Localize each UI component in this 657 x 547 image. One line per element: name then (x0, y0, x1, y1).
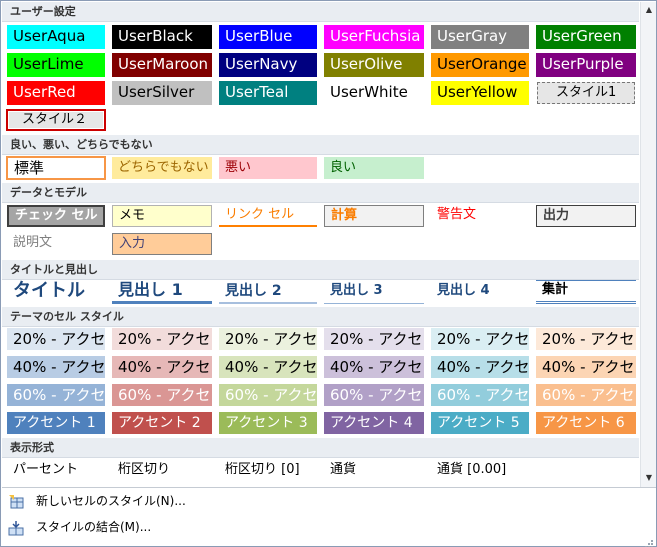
section-header-data-model: データとモデル (2, 183, 639, 203)
style-heading-2[interactable]: 見出し 2 (219, 280, 317, 304)
style-theme-r20-accent-3[interactable]: 20% - アクセント 3 (219, 328, 317, 350)
style-theme-r60-accent-1[interactable]: 60% - アクセント 1 (7, 384, 105, 406)
cell-styles-gallery: ユーザー設定 UserAqua UserBlack UserBlue UserF… (0, 0, 657, 547)
merge-styles-icon (8, 519, 24, 536)
style-user-white[interactable]: UserWhite (324, 81, 424, 105)
style-linked-cell[interactable]: リンク セル (219, 205, 317, 227)
scroll-down-arrow-icon[interactable]: ▼ (643, 472, 655, 484)
style-user-aqua[interactable]: UserAqua (7, 25, 105, 49)
style-user-teal[interactable]: UserTeal (219, 81, 317, 105)
style-user-red[interactable]: UserRed (7, 81, 105, 105)
style-user-blue[interactable]: UserBlue (219, 25, 317, 49)
style-theme-accent-accent-5[interactable]: アクセント 5 (431, 412, 529, 434)
style-user-fuchsia[interactable]: UserFuchsia (324, 25, 424, 49)
style-comma-0[interactable]: 桁区切り [0] (219, 459, 317, 483)
style-user-olive[interactable]: UserOlive (324, 53, 424, 77)
merge-styles-label: スタイルの結合(M)... (36, 520, 152, 534)
section-header-number-format: 表示形式 (2, 438, 639, 458)
style-user-yellow[interactable]: UserYellow (431, 81, 529, 105)
style-user-navy[interactable]: UserNavy (219, 53, 317, 77)
style-calculation[interactable]: 計算 (324, 205, 424, 227)
style-style2[interactable]: スタイル２ (6, 109, 106, 131)
style-user-gray[interactable]: UserGray (431, 25, 529, 49)
style-total[interactable]: 集計 (536, 280, 636, 304)
style-theme-accent-accent-4[interactable]: アクセント 4 (324, 412, 424, 434)
new-style-icon (8, 493, 24, 509)
style-currency-0[interactable]: 通貨 [0.00] (431, 459, 529, 483)
new-cell-style-label: 新しいセルのスタイル(N)... (36, 494, 186, 508)
style-user-orange[interactable]: UserOrange (431, 53, 529, 77)
style-warning-text[interactable]: 警告文 (431, 205, 529, 227)
style-neutral[interactable]: どちらでもない (112, 157, 212, 179)
style-comma[interactable]: 桁区切り (112, 459, 212, 483)
style-user-purple[interactable]: UserPurple (536, 53, 636, 77)
style-currency[interactable]: 通貨 (324, 459, 424, 483)
style-theme-r40-accent-6[interactable]: 40% - アクセント 6 (536, 356, 636, 378)
style-theme-r40-accent-4[interactable]: 40% - アクセント 4 (324, 356, 424, 378)
style-explanatory[interactable]: 説明文 (7, 233, 105, 255)
style-user-maroon[interactable]: UserMaroon (112, 53, 212, 77)
section-header-good-bad-neutral: 良い、悪い、どちらでもない (2, 135, 639, 155)
style-theme-r60-accent-4[interactable]: 60% - アクセント 4 (324, 384, 424, 406)
new-cell-style-menu-item[interactable]: 新しいセルのスタイル(N)... (2, 488, 656, 514)
style-theme-r20-accent-4[interactable]: 20% - アクセント 4 (324, 328, 424, 350)
vertical-scrollbar[interactable]: ▲ ▼ (640, 2, 656, 487)
section-header-theme: テーマのセル スタイル (2, 307, 639, 327)
style-title[interactable]: タイトル (7, 280, 105, 304)
style-theme-r60-accent-6[interactable]: 60% - アクセント 6 (536, 384, 636, 406)
style-heading-4[interactable]: 見出し 4 (431, 280, 529, 304)
style-theme-r20-accent-5[interactable]: 20% - アクセント 5 (431, 328, 529, 350)
style-theme-accent-accent-2[interactable]: アクセント 2 (112, 412, 212, 434)
style-user-black[interactable]: UserBlack (112, 25, 212, 49)
style-theme-r20-accent-1[interactable]: 20% - アクセント 1 (7, 328, 105, 350)
style-theme-r60-accent-5[interactable]: 60% - アクセント 5 (431, 384, 529, 406)
style-theme-accent-accent-3[interactable]: アクセント 3 (219, 412, 317, 434)
style-theme-r60-accent-3[interactable]: 60% - アクセント 3 (219, 384, 317, 406)
style-percent[interactable]: パーセント (7, 459, 105, 483)
style-note[interactable]: メモ (112, 205, 212, 227)
style-user-lime[interactable]: UserLime (7, 53, 105, 77)
style-heading-1[interactable]: 見出し 1 (112, 280, 212, 304)
style-user-silver[interactable]: UserSilver (112, 81, 212, 105)
style-theme-r20-accent-6[interactable]: 20% - アクセント 6 (536, 328, 636, 350)
style-check-cell[interactable]: チェック セル (7, 205, 105, 227)
section-header-user: ユーザー設定 (2, 2, 639, 22)
style-heading-3[interactable]: 見出し 3 (324, 280, 424, 304)
style-theme-r40-accent-1[interactable]: 40% - アクセント 1 (7, 356, 105, 378)
scroll-up-arrow-icon[interactable]: ▲ (643, 4, 655, 16)
style-theme-r20-accent-2[interactable]: 20% - アクセント 2 (112, 328, 212, 350)
style-bad[interactable]: 悪い (219, 157, 317, 179)
style-theme-r60-accent-2[interactable]: 60% - アクセント 2 (112, 384, 212, 406)
style-output[interactable]: 出力 (536, 205, 636, 227)
style-user-green[interactable]: UserGreen (536, 25, 636, 49)
style-theme-r40-accent-3[interactable]: 40% - アクセント 3 (219, 356, 317, 378)
style-normal[interactable]: 標準 (6, 156, 106, 180)
style-input[interactable]: 入力 (112, 233, 212, 255)
style-theme-r40-accent-5[interactable]: 40% - アクセント 5 (431, 356, 529, 378)
resize-grip-icon[interactable] (644, 534, 654, 547)
section-header-titles: タイトルと見出し (2, 260, 639, 280)
style-style1[interactable]: スタイル1 (537, 82, 635, 104)
style-theme-accent-accent-6[interactable]: アクセント 6 (536, 412, 636, 434)
style-theme-accent-accent-1[interactable]: アクセント 1 (7, 412, 105, 434)
merge-styles-menu-item[interactable]: スタイルの結合(M)... (2, 514, 656, 540)
style-good[interactable]: 良い (324, 157, 424, 179)
style-theme-r40-accent-2[interactable]: 40% - アクセント 2 (112, 356, 212, 378)
